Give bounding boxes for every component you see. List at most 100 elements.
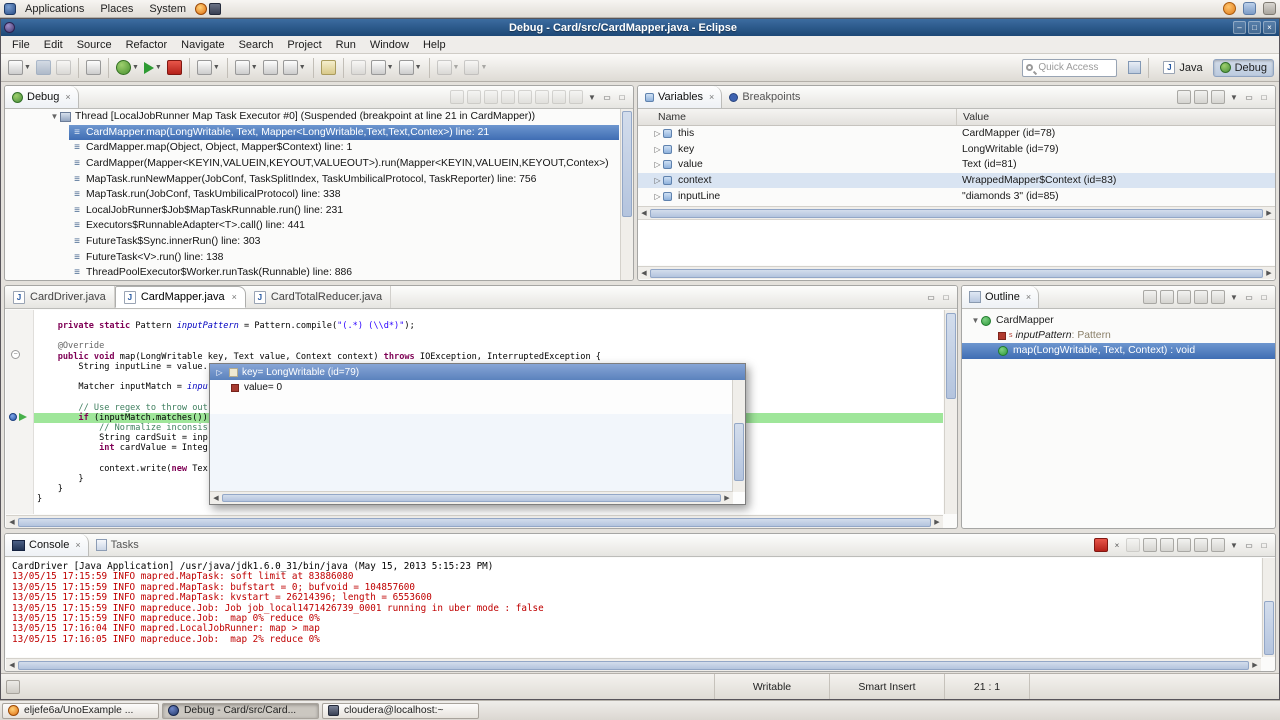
stack-frame-row[interactable]: ≡ Executors$RunnableAdapter<T>.call() lin… bbox=[5, 218, 619, 234]
scrollbar-thumb[interactable] bbox=[1264, 600, 1274, 655]
view-menu-icon[interactable]: ▼ bbox=[1228, 290, 1240, 304]
maximize-view-icon[interactable]: □ bbox=[616, 90, 628, 104]
tab-carddriver[interactable]: J CardDriver.java bbox=[5, 286, 115, 308]
scrollbar-thumb[interactable] bbox=[650, 208, 1263, 218]
new-package-icon[interactable] bbox=[261, 57, 280, 79]
step-return-icon[interactable] bbox=[569, 90, 583, 104]
external-tools-icon[interactable]: ▼ bbox=[195, 57, 222, 79]
stack-frame-row[interactable]: ≡ ThreadPoolExecutor$Worker.runTask(Runna… bbox=[5, 265, 619, 280]
perspective-java[interactable]: J Java bbox=[1157, 59, 1208, 76]
close-icon[interactable]: × bbox=[232, 292, 237, 302]
view-menu-icon[interactable]: ▼ bbox=[1228, 90, 1240, 104]
menu-file[interactable]: File bbox=[5, 38, 37, 52]
close-icon[interactable]: × bbox=[1026, 292, 1031, 302]
search-icon[interactable] bbox=[319, 57, 338, 79]
menu-run[interactable]: Run bbox=[329, 38, 363, 52]
scrollbar-thumb[interactable] bbox=[946, 313, 956, 399]
previous-annotation-icon[interactable]: ▼ bbox=[462, 57, 489, 79]
link-with-editor-icon[interactable] bbox=[1211, 290, 1225, 304]
tab-outline[interactable]: Outline × bbox=[962, 286, 1040, 308]
scroll-right-icon[interactable]: ▶ bbox=[1263, 269, 1275, 277]
taskbar-window-eclipse[interactable]: Debug - Card/src/Card... bbox=[162, 702, 319, 719]
stack-frame-row[interactable]: ≡ MapTask.runNewMapper(JobConf, TaskSplit… bbox=[5, 171, 619, 187]
save-icon[interactable] bbox=[34, 57, 53, 79]
variable-detail-pane[interactable] bbox=[638, 219, 1275, 265]
skip-all-breakpoints-icon[interactable] bbox=[84, 57, 103, 79]
open-perspective-icon[interactable] bbox=[1126, 57, 1143, 79]
scroll-right-icon[interactable]: ▶ bbox=[931, 518, 943, 526]
variables-column-header[interactable]: Name Value bbox=[638, 109, 1275, 126]
collapse-all-icon[interactable] bbox=[1211, 90, 1225, 104]
maximize-button[interactable]: □ bbox=[1248, 21, 1261, 34]
step-over-icon[interactable] bbox=[552, 90, 566, 104]
scroll-right-icon[interactable]: ▶ bbox=[721, 494, 733, 502]
terminate-icon[interactable] bbox=[1094, 538, 1108, 552]
volume-icon[interactable] bbox=[1263, 2, 1276, 15]
minimize-view-icon[interactable]: ▭ bbox=[1243, 538, 1255, 552]
view-menu-icon[interactable]: ▼ bbox=[586, 90, 598, 104]
notification-icon[interactable] bbox=[1223, 2, 1236, 15]
stack-frame-row[interactable]: ≡ CardMapper.map(Object, Object, Mapper$C… bbox=[5, 140, 619, 156]
perspective-debug[interactable]: Debug bbox=[1212, 58, 1274, 77]
variable-row[interactable]: ▷ key LongWritable (id=79) bbox=[638, 142, 1275, 158]
close-icon[interactable]: × bbox=[709, 92, 714, 102]
menu-window[interactable]: Window bbox=[363, 38, 416, 52]
tab-debug[interactable]: Debug × bbox=[5, 86, 79, 108]
view-menu-icon[interactable]: ▼ bbox=[1228, 538, 1240, 552]
remove-terminated-icon[interactable] bbox=[450, 90, 464, 104]
console-output[interactable]: CardDriver [Java Application] /usr/java/… bbox=[6, 558, 1261, 657]
applications-menu[interactable]: Applications bbox=[18, 2, 91, 16]
outline-field-row[interactable]: s inputPattern : Pattern bbox=[962, 328, 1275, 343]
variable-row[interactable]: ▷ inputLine "diamonds 3" (id=85) bbox=[638, 188, 1275, 204]
chevron-down-icon[interactable]: ▼ bbox=[49, 112, 60, 121]
close-icon[interactable]: × bbox=[65, 92, 70, 102]
close-icon[interactable]: × bbox=[75, 540, 80, 550]
terminate-icon[interactable] bbox=[501, 90, 515, 104]
menu-edit[interactable]: Edit bbox=[37, 38, 70, 52]
pin-console-icon[interactable] bbox=[1177, 538, 1191, 552]
show-logical-structure-icon[interactable] bbox=[1194, 90, 1208, 104]
menu-navigate[interactable]: Navigate bbox=[174, 38, 231, 52]
suspend-icon[interactable] bbox=[484, 90, 498, 104]
window-titlebar[interactable]: Debug - Card/src/CardMapper.java - Eclip… bbox=[1, 19, 1279, 36]
scrollbar-thumb[interactable] bbox=[18, 517, 931, 527]
scroll-left-icon[interactable]: ◀ bbox=[6, 661, 18, 669]
fold-marker-icon[interactable]: − bbox=[11, 350, 20, 359]
popup-field-row[interactable]: value= 0 bbox=[210, 380, 745, 395]
stack-frame-row[interactable]: ≡ CardMapper.map(LongWritable, Text, Mapp… bbox=[5, 124, 619, 141]
scroll-left-icon[interactable]: ◀ bbox=[638, 209, 650, 217]
scrollbar-thumb[interactable] bbox=[734, 422, 744, 481]
sort-icon[interactable] bbox=[1143, 290, 1157, 304]
minimize-view-icon[interactable]: ▭ bbox=[1243, 290, 1255, 304]
scroll-right-icon[interactable]: ▶ bbox=[1249, 661, 1261, 669]
system-menu[interactable]: System bbox=[142, 2, 193, 16]
column-name[interactable]: Name bbox=[658, 111, 686, 123]
minimize-view-icon[interactable]: ▭ bbox=[601, 90, 613, 104]
last-edit-location-icon[interactable] bbox=[349, 57, 368, 79]
column-divider[interactable] bbox=[956, 109, 957, 125]
input-method-icon[interactable] bbox=[1243, 2, 1256, 15]
taskbar-window-firefox[interactable]: eljefe6a/UnoExample ... bbox=[2, 702, 159, 719]
print-icon[interactable] bbox=[54, 57, 73, 79]
maximize-view-icon[interactable]: □ bbox=[1258, 290, 1270, 304]
close-button[interactable]: × bbox=[1263, 21, 1276, 34]
outline-class-row[interactable]: ▼ CardMapper bbox=[962, 313, 1275, 328]
step-into-icon[interactable] bbox=[535, 90, 549, 104]
new-wizard-icon[interactable]: ▼ bbox=[6, 57, 33, 79]
debug-icon[interactable]: ▼ bbox=[114, 57, 141, 79]
scrollbar-thumb[interactable] bbox=[650, 268, 1263, 278]
chevron-right-icon[interactable]: ▷ bbox=[652, 145, 663, 154]
scrollbar-thumb[interactable] bbox=[18, 660, 1249, 670]
variable-row[interactable]: ▷ context WrappedMapper$Context (id=83) bbox=[638, 172, 1275, 189]
popup-variable-row[interactable]: ▷ key= LongWritable (id=79) bbox=[210, 364, 745, 380]
clear-console-icon[interactable] bbox=[1143, 538, 1157, 552]
chevron-down-icon[interactable]: ▼ bbox=[970, 316, 981, 325]
terminal-launcher-icon[interactable] bbox=[209, 2, 222, 15]
scroll-left-icon[interactable]: ◀ bbox=[210, 494, 222, 502]
menu-source[interactable]: Source bbox=[70, 38, 119, 52]
taskbar-window-terminal[interactable]: cloudera@localhost:~ bbox=[322, 702, 479, 719]
firefox-launcher-icon[interactable] bbox=[195, 2, 208, 15]
resume-icon[interactable] bbox=[467, 90, 481, 104]
chevron-right-icon[interactable]: ▷ bbox=[652, 160, 663, 169]
breakpoint-icon[interactable] bbox=[9, 413, 17, 421]
